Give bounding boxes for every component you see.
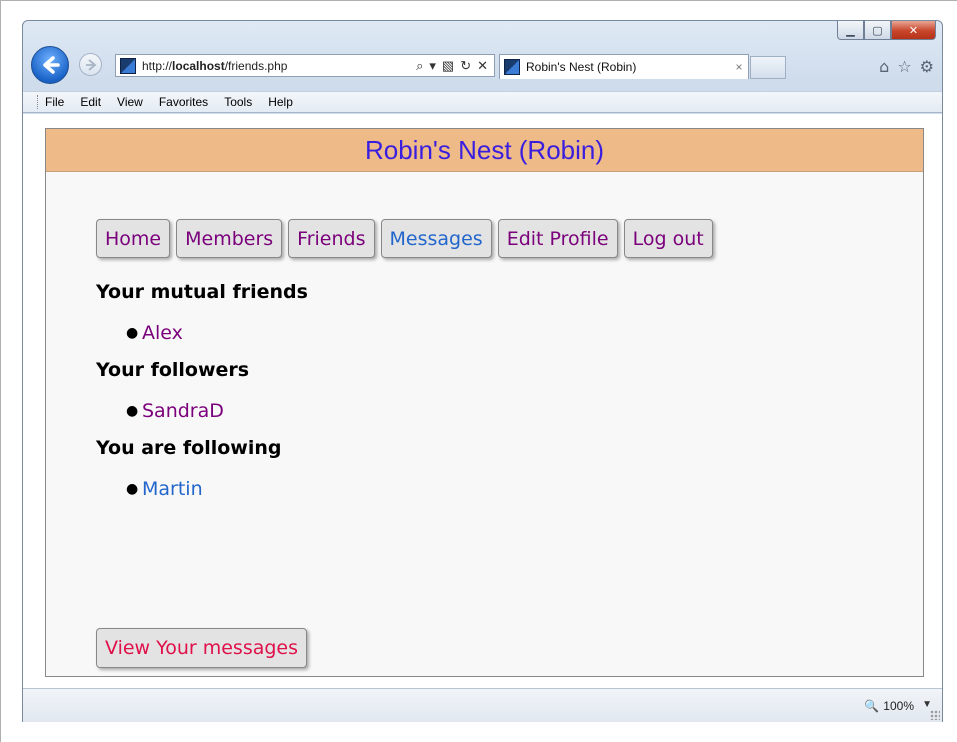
url-path: /friends.php	[224, 58, 288, 73]
url-prefix: http://	[142, 58, 173, 73]
tab-favicon-icon	[504, 59, 520, 75]
page-container: Robin's Nest (Robin) Home Members Friend…	[45, 128, 924, 677]
address-tools: ⌕ ▾ ▧ ↻ ✕	[416, 58, 494, 74]
favorites-star-icon[interactable]: ☆	[897, 57, 911, 76]
page-header: Robin's Nest (Robin)	[46, 129, 923, 172]
home-icon[interactable]: ⌂	[879, 57, 889, 76]
menu-favorites[interactable]: Favorites	[159, 95, 208, 109]
browser-window: ▁ ▢ ✕ http://localhost/friends.php ⌕ ▾ ▧…	[22, 20, 943, 722]
search-icon[interactable]: ⌕	[416, 58, 423, 74]
toolbar-icons: ⌂ ☆ ⚙	[879, 57, 934, 76]
view-messages-button[interactable]: View Your messages	[96, 628, 308, 668]
following-list: ● Martin	[96, 463, 856, 515]
friends-content: Your mutual friends ● Alex Your followers…	[96, 281, 856, 515]
figure-frame-top	[0, 0, 957, 1]
menu-file[interactable]: File	[45, 95, 64, 109]
forward-arrow-icon	[85, 58, 96, 71]
zoom-magnifier-icon: 🔍	[864, 699, 880, 713]
menu-view[interactable]: View	[117, 95, 143, 109]
main-nav: Home Members Friends Messages Edit Profi…	[96, 219, 713, 258]
nav-home-button[interactable]: Home	[96, 219, 171, 258]
maximize-button[interactable]: ▢	[864, 21, 891, 40]
section-title-followers: Your followers	[96, 359, 250, 381]
bullet-icon: ●	[126, 325, 139, 341]
section-title-following: You are following	[96, 437, 282, 459]
back-button[interactable]	[31, 46, 69, 84]
forward-button[interactable]	[79, 53, 102, 76]
menu-grip	[37, 95, 39, 109]
nav-edit-profile-button[interactable]: Edit Profile	[497, 219, 618, 258]
bullet-icon: ●	[126, 403, 139, 419]
list-item: ● SandraD	[96, 385, 856, 437]
url-text[interactable]: http://localhost/friends.php	[142, 59, 416, 73]
back-arrow-icon	[43, 56, 60, 74]
menu-tools[interactable]: Tools	[224, 95, 252, 109]
dropdown-chevron-icon[interactable]: ▾	[429, 58, 436, 74]
settings-gear-icon[interactable]: ⚙	[920, 57, 934, 76]
followers-list: ● SandraD	[96, 385, 856, 437]
figure-frame-left	[0, 0, 1, 742]
page-viewport: Robin's Nest (Robin) Home Members Friend…	[23, 114, 942, 688]
menu-bar: File Edit View Favorites Tools Help	[23, 91, 942, 113]
window-controls: ▁ ▢ ✕	[837, 21, 936, 40]
zoom-dropdown-icon[interactable]: ▼	[922, 699, 932, 710]
tab-active[interactable]: Robin's Nest (Robin) ×	[499, 54, 749, 79]
stop-icon[interactable]: ✕	[477, 58, 488, 74]
mutual-friends-list: ● Alex	[96, 307, 856, 359]
close-window-button[interactable]: ✕	[891, 21, 936, 40]
list-item: ● Martin	[96, 463, 856, 515]
site-favicon-icon	[120, 57, 136, 74]
section-title-mutual: Your mutual friends	[96, 281, 308, 303]
menu-edit[interactable]: Edit	[80, 95, 101, 109]
friend-link-alex[interactable]: Alex	[142, 322, 183, 344]
bullet-icon: ●	[126, 481, 139, 497]
nav-members-button[interactable]: Members	[176, 219, 283, 258]
nav-friends-button[interactable]: Friends	[288, 219, 375, 258]
resize-grip-icon[interactable]	[930, 710, 940, 720]
nav-log-out-button[interactable]: Log out	[623, 219, 713, 258]
status-bar: 🔍 100% ▼	[23, 688, 942, 722]
zoom-control[interactable]: 🔍 100%	[864, 699, 914, 713]
refresh-icon[interactable]: ↻	[460, 58, 471, 74]
tab-title: Robin's Nest (Robin)	[526, 60, 637, 74]
nav-messages-button[interactable]: Messages	[380, 219, 492, 258]
friend-link-sandrad[interactable]: SandraD	[142, 400, 224, 422]
tab-close-icon[interactable]: ×	[730, 60, 748, 74]
menu-help[interactable]: Help	[268, 95, 293, 109]
compatibility-view-icon[interactable]: ▧	[442, 58, 454, 74]
friend-link-martin[interactable]: Martin	[142, 478, 203, 500]
minimize-button[interactable]: ▁	[837, 21, 864, 40]
address-bar[interactable]: http://localhost/friends.php ⌕ ▾ ▧ ↻ ✕	[115, 54, 495, 77]
url-host: localhost	[172, 58, 225, 73]
title-bar: ▁ ▢ ✕ http://localhost/friends.php ⌕ ▾ ▧…	[23, 21, 942, 91]
new-tab-button[interactable]	[750, 56, 786, 79]
list-item: ● Alex	[96, 307, 856, 359]
zoom-level: 100%	[883, 699, 914, 713]
